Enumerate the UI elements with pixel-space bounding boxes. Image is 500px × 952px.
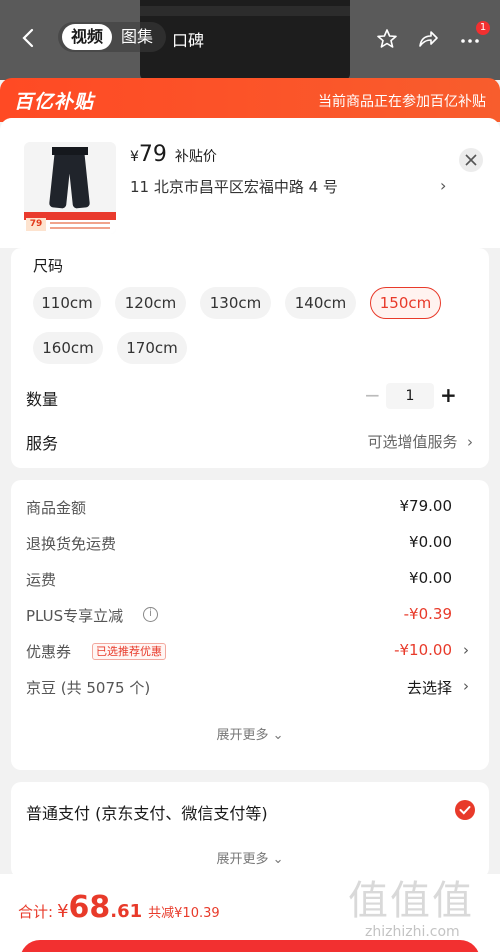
tab-gallery[interactable]: 图集 [112, 24, 162, 50]
product-video-waistband [140, 6, 350, 16]
check-icon[interactable] [455, 800, 475, 820]
fee-label: 商品金额 [26, 499, 87, 517]
close-icon [465, 154, 477, 166]
chevron-right-icon[interactable]: › [440, 176, 446, 195]
service-label: 服务 [26, 434, 59, 453]
media-tab-switcher: 视频 图集 [58, 22, 167, 52]
submit-order-button[interactable] [20, 940, 480, 952]
fee-value-discount: -¥0.39 [403, 605, 452, 623]
thumb-right-leg [66, 147, 91, 209]
expand-more-fees[interactable]: 展开更多 ⌄ [11, 724, 489, 743]
tab-reviews[interactable]: 口碑 [172, 27, 204, 51]
top-nav: 视频 图集 口碑 1 [0, 18, 500, 58]
payment-card: 普通支付 (京东支付、微信支付等) 展开更多 ⌄ [11, 782, 489, 878]
purchase-sheet: 79 ¥ 79 补贴价 11 北京市昌平区宏福中路 4 号 › 尺码 110cm… [0, 118, 500, 952]
size-option[interactable]: 110cm [33, 287, 101, 319]
fee-value: ¥0.00 [409, 533, 452, 551]
size-option[interactable]: 140cm [285, 287, 356, 319]
price-symbol: ¥ [130, 149, 139, 165]
total-label: 合计: [18, 903, 54, 921]
product-thumbnail[interactable]: 79 [24, 142, 116, 234]
service-value-text: 可选增值服务 [367, 433, 458, 451]
notification-badge: 1 [476, 21, 490, 35]
price-row: ¥ 79 补贴价 [130, 142, 217, 167]
chevron-right-icon[interactable]: › [463, 677, 469, 695]
fee-breakdown-card: 商品金额 ¥79.00 退换货免运费 ¥0.00 运费 ¥0.00 PLUS专享… [11, 480, 489, 770]
coupon-value[interactable]: -¥10.00 [394, 641, 452, 659]
size-option[interactable]: 130cm [200, 287, 271, 319]
subsidy-price-label: 补贴价 [174, 149, 217, 165]
coupon-recommend-tag: 已选推荐优惠 [92, 643, 166, 660]
watermark-site: zhizhizhi.com [365, 924, 460, 940]
tab-video[interactable]: 视频 [62, 24, 113, 50]
star-icon[interactable] [375, 27, 399, 51]
thumb-waistband [52, 147, 88, 155]
share-icon[interactable] [416, 27, 440, 51]
watermark-logo: 值值值 [348, 878, 474, 924]
total-integer: 68 [68, 890, 111, 925]
quantity-decrease-button[interactable]: − [364, 383, 381, 407]
thumb-tag-line [50, 227, 110, 229]
fee-label: PLUS专享立减 [26, 607, 124, 625]
chevron-right-icon[interactable]: › [463, 641, 469, 659]
fee-label: 京豆 (共 5075 个) [26, 679, 151, 697]
quantity-input[interactable]: 1 [386, 383, 434, 409]
payment-method-label[interactable]: 普通支付 (京东支付、微信支付等) [26, 800, 268, 824]
subsidy-price: 79 [138, 142, 167, 167]
total-price: 合计: ¥ 68 .61 共减¥10.39 [18, 890, 220, 925]
fee-value: ¥79.00 [399, 497, 453, 515]
quantity-increase-button[interactable]: + [440, 383, 457, 407]
fee-label: 退换货免运费 [26, 535, 117, 553]
size-option[interactable]: 120cm [115, 287, 186, 319]
total-decimal: .61 [110, 901, 143, 922]
thumbnail-price-tag: 79 [24, 212, 116, 234]
expand-more-label: 展开更多 [216, 728, 269, 743]
quantity-label: 数量 [26, 390, 59, 409]
fee-value: ¥0.00 [409, 569, 452, 587]
expand-more-label: 展开更多 [216, 852, 269, 867]
size-option-selected[interactable]: 150cm [370, 287, 441, 319]
spec-card: 尺码 110cm 120cm 130cm 140cm 150cm 160cm 1… [11, 248, 489, 468]
subsidy-notice: 当前商品正在参加百亿补贴 [318, 94, 486, 110]
size-option[interactable]: 160cm [33, 332, 103, 364]
service-value[interactable]: 可选增值服务 › [367, 431, 473, 452]
fee-label: 运费 [26, 571, 57, 589]
fee-label: 优惠券 [26, 643, 72, 661]
subsidy-banner: 百亿补贴 当前商品正在参加百亿补贴 [0, 78, 500, 122]
expand-more-payment[interactable]: 展开更多 ⌄ [11, 848, 489, 867]
size-option[interactable]: 170cm [117, 332, 187, 364]
total-symbol: ¥ [57, 901, 69, 922]
thumb-tag-line [50, 222, 110, 224]
jingdou-select[interactable]: 去选择 [407, 677, 452, 698]
size-title: 尺码 [33, 257, 64, 275]
back-arrow-icon[interactable] [18, 26, 40, 50]
close-button[interactable] [459, 148, 483, 172]
delivery-address[interactable]: 11 北京市昌平区宏福中路 4 号 [130, 176, 338, 197]
total-saved: 共减¥10.39 [148, 906, 220, 921]
product-summary-card: 79 ¥ 79 补贴价 11 北京市昌平区宏福中路 4 号 › [0, 118, 500, 248]
subsidy-logo: 百亿补贴 [14, 91, 95, 113]
thumb-price: 79 [26, 218, 46, 231]
info-icon[interactable]: i [143, 607, 158, 622]
checkmark-glyph [459, 806, 471, 815]
